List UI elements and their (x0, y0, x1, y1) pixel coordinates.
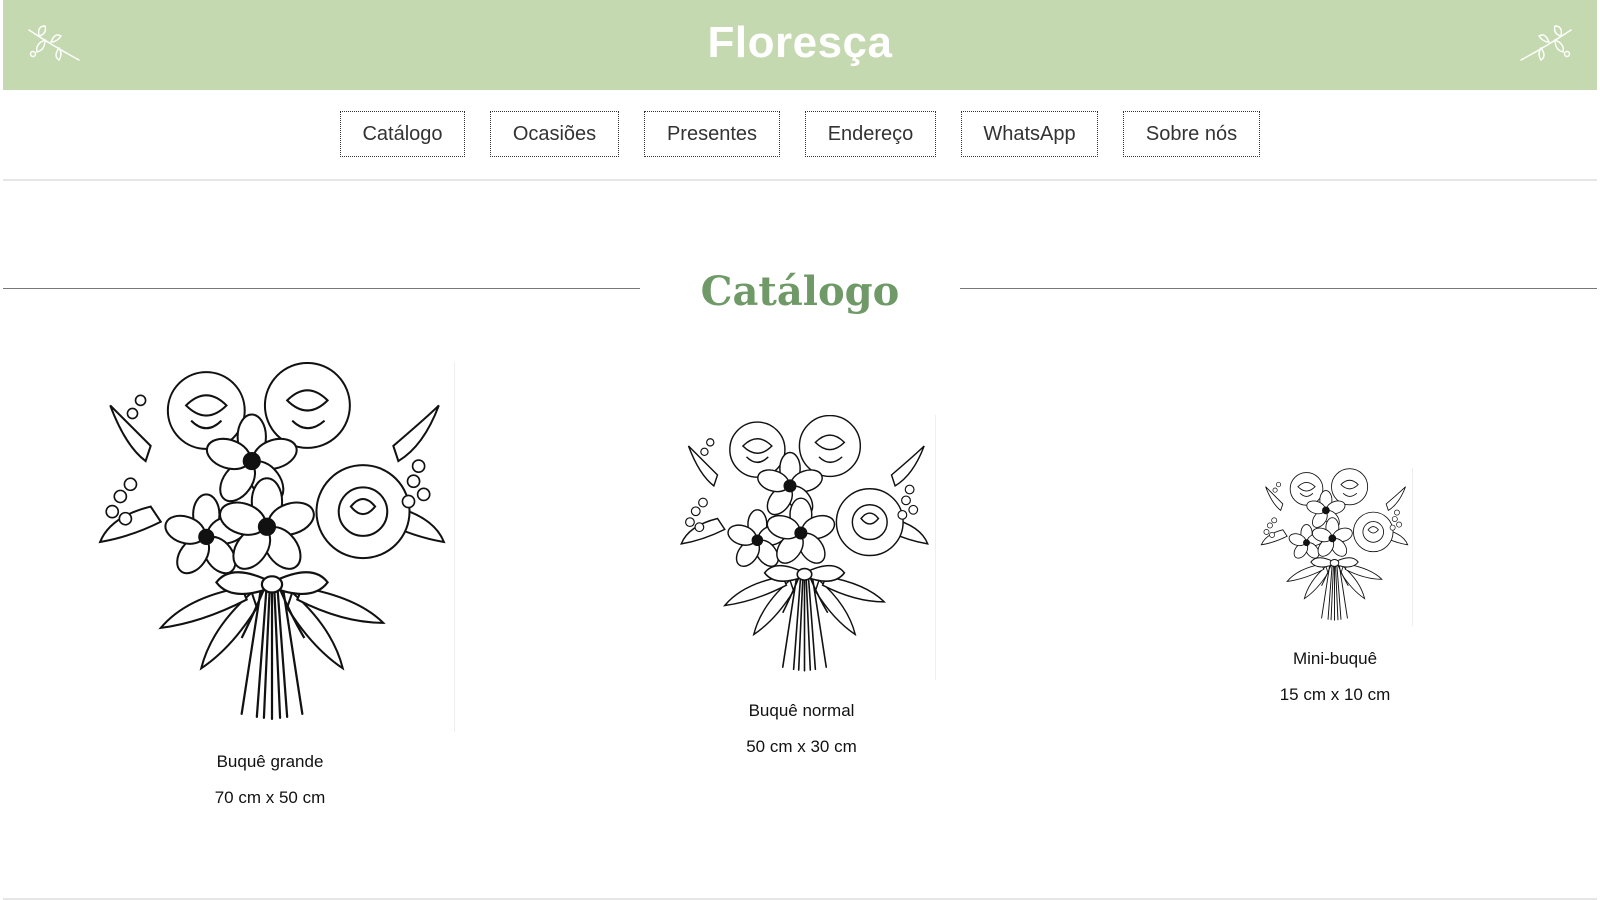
product-size: 50 cm x 30 cm (746, 737, 857, 756)
nav-ocasioes-button[interactable]: Ocasiões (490, 111, 619, 157)
main-nav: Catálogo Ocasiões Presentes Endereço Wha… (0, 111, 1600, 158)
site-header: Floresça (3, 0, 1597, 90)
product-card[interactable]: Buquê grande 70 cm x 50 cm (90, 362, 455, 812)
product-card[interactable]: Buquê normal 50 cm x 30 cm (670, 415, 936, 765)
nav-divider (3, 179, 1597, 181)
nav-endereco-button[interactable]: Endereço (805, 111, 936, 157)
flower-sprig-icon (1520, 25, 1572, 61)
brand-title: Floresça (707, 18, 893, 67)
heading-rule-right (960, 288, 1597, 289)
section-title: Catálogo (700, 268, 900, 315)
catalog-heading: Catálogo (3, 268, 1597, 318)
nav-sobre-nos-button[interactable]: Sobre nós (1123, 111, 1260, 157)
nav-whatsapp-button[interactable]: WhatsApp (961, 111, 1098, 157)
bouquet-illustration-icon[interactable] (90, 362, 455, 732)
product-size: 15 cm x 10 cm (1279, 685, 1391, 704)
nav-presentes-button[interactable]: Presentes (644, 111, 780, 157)
bouquet-illustration-icon[interactable] (1257, 468, 1413, 626)
product-size: 70 cm x 50 cm (214, 788, 326, 807)
product-name: Buquê normal (748, 701, 855, 720)
product-card[interactable]: Mini-buquê 15 cm x 10 cm (1255, 468, 1415, 718)
product-name: Mini-buquê (1292, 649, 1378, 668)
nav-catalogo-button[interactable]: Catálogo (340, 111, 465, 157)
product-name: Buquê grande (216, 752, 324, 771)
bouquet-illustration-icon[interactable] (674, 415, 936, 680)
